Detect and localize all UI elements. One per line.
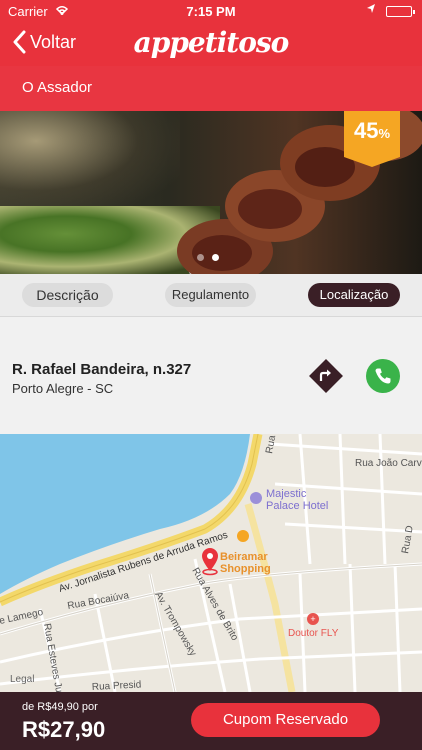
major-road (244, 503, 296, 692)
svg-text:+: + (310, 614, 315, 624)
map-label-hotel-2: Palace Hotel (266, 500, 328, 512)
hotel-poi-icon (250, 492, 262, 504)
location-map[interactable]: Rua João Carvalho Rua Fre Av. Jornalista… (0, 434, 422, 692)
carousel-dots (197, 254, 219, 261)
reserve-coupon-button[interactable]: Cupom Reservado (191, 703, 380, 737)
map-label-presid: Rua Presid (92, 679, 142, 692)
call-button[interactable] (366, 359, 400, 393)
battery-icon (386, 6, 415, 17)
app-logo: appetitoso (133, 26, 290, 59)
address-panel: R. Rafael Bandeira, n.327 Porto Alegre -… (0, 316, 422, 434)
street-address: R. Rafael Bandeira, n.327 (12, 361, 192, 378)
map-legal-link[interactable]: Legal (10, 674, 34, 685)
status-bar: Carrier 7:15 PM (0, 0, 422, 22)
shopping-poi-icon (237, 530, 249, 542)
discounted-price: R$27,90 (22, 717, 106, 742)
map-label-doctor: Doutor FLY (288, 628, 339, 639)
restaurant-name: O Assador (22, 79, 93, 96)
discount-unit: % (378, 126, 391, 141)
hero-image-carousel[interactable]: 45% (0, 111, 422, 274)
tab-bar: Descrição Regulamento Localização (0, 274, 422, 316)
map-label-joao: Rua João Carvalho (355, 458, 422, 469)
directions-icon (309, 359, 343, 393)
original-price: de R$49,90 por (22, 701, 98, 713)
nav-bar: Voltar appetitoso (0, 22, 422, 66)
location-pin-icon (202, 548, 218, 576)
clock: 7:15 PM (186, 4, 236, 19)
restaurant-header: O Assador (0, 66, 422, 111)
directions-button[interactable] (309, 359, 343, 393)
tab-localizacao[interactable]: Localização (308, 283, 400, 307)
city-state: Porto Alegre - SC (12, 381, 114, 396)
discount-badge: 45% (344, 111, 400, 167)
tab-regulamento[interactable]: Regulamento (165, 283, 256, 307)
location-arrow-icon (366, 3, 376, 18)
map-label-esteves: Rua Esteves Jun (41, 623, 65, 692)
purchase-footer: de R$49,90 por R$27,90 Cupom Reservado (0, 692, 422, 750)
tab-descricao[interactable]: Descrição (22, 283, 113, 307)
discount-value: 45 (353, 118, 379, 143)
carousel-dot-active[interactable] (212, 254, 219, 261)
phone-icon (375, 368, 391, 384)
map-label-shopping-1: Beiramar (220, 551, 268, 563)
carousel-dot[interactable] (197, 254, 204, 261)
map-label-hotel-1: Majestic (266, 488, 307, 500)
map-label-rua-d: Rua D (400, 525, 416, 555)
map-label-shopping-2: Shopping (220, 563, 271, 575)
